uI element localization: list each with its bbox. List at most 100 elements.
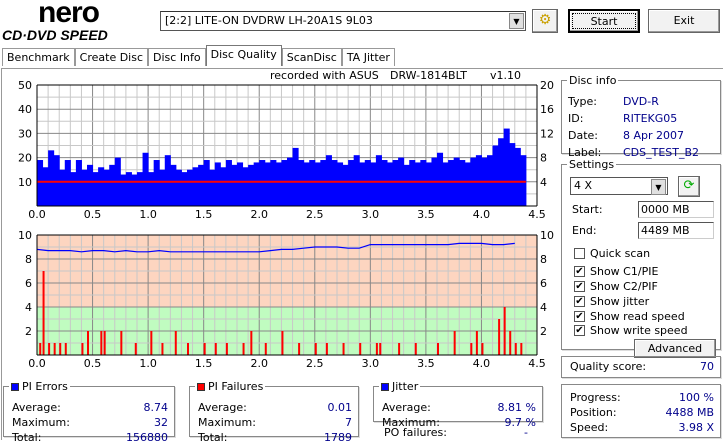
pie-bar: [448, 160, 455, 206]
pie-bar: [137, 172, 144, 206]
pie-bar: [264, 162, 271, 206]
pif-bar: [161, 343, 164, 355]
exit-button[interactable]: Exit: [648, 9, 720, 33]
x-tick-label: 1.0: [139, 357, 157, 370]
x-tick-label: 0.5: [84, 357, 102, 370]
show-jitter-checkbox[interactable]: ✔ Show jitter: [574, 295, 649, 308]
jitter-group: Jitter Average: 8.81 % Maximum: 9.7 %: [373, 380, 543, 429]
avg-label: Average:: [12, 401, 61, 414]
pi-errors-title: PI Errors: [9, 380, 70, 393]
pie-bar: [364, 160, 371, 206]
refresh-icon[interactable]: ⟳: [678, 176, 700, 197]
id-value: RITEKG05: [623, 112, 678, 125]
pi-errors-avg: 8.74: [143, 401, 169, 414]
y-tick-label: 40: [18, 103, 32, 116]
x-tick-label: 2.0: [250, 208, 268, 221]
pie-bar: [42, 167, 49, 206]
pif-bar: [81, 343, 84, 355]
pie-bar: [353, 155, 360, 206]
position-value: 4488 MB: [665, 406, 714, 419]
pif-bar: [481, 343, 484, 355]
pie-bar: [164, 155, 171, 206]
max-label: Maximum:: [12, 416, 70, 429]
pi-failures-group: PI Failures Average: 0.01 Maximum: 7 Total…: [189, 380, 359, 444]
jitter-title: Jitter: [379, 380, 420, 393]
pi-errors-max: 32: [154, 416, 168, 429]
pif-bar: [134, 343, 137, 355]
pif-bar: [509, 331, 512, 355]
pie-bar: [275, 162, 282, 206]
pif-bar: [375, 343, 378, 355]
pie-bar: [92, 172, 99, 206]
pie-bar: [131, 174, 138, 206]
quick-scan-checkbox[interactable]: Quick scan: [574, 247, 650, 260]
pif-bar: [42, 271, 45, 355]
y2-tick-label: 10: [540, 229, 554, 242]
pif-bar: [59, 343, 62, 355]
checkmark-icon: ✔: [574, 296, 585, 307]
checkbox-icon: [574, 248, 585, 259]
pie-bar: [314, 162, 321, 206]
pie-bar: [75, 160, 82, 206]
pie-bar: [242, 167, 249, 206]
pie-bar: [203, 160, 210, 206]
pif-bar: [498, 319, 501, 355]
pif-bar: [514, 343, 517, 355]
chevron-down-icon[interactable]: ▼: [651, 179, 666, 195]
y-tick-label: 10: [18, 229, 32, 242]
pif-bar: [379, 343, 382, 355]
blue-legend-icon: [11, 383, 19, 391]
checkbox-label: Show C2/PIF: [590, 280, 658, 293]
pie-bar: [359, 162, 366, 206]
pie-bar: [325, 155, 332, 206]
y-tick-label: 20: [18, 152, 32, 165]
show-write-speed-checkbox[interactable]: ✔ Show write speed: [574, 324, 688, 337]
start-button[interactable]: Start: [568, 9, 640, 33]
pif-bar: [203, 343, 206, 355]
jitter-max: 9.7 %: [504, 416, 536, 429]
y2-tick-label: 16: [540, 103, 554, 116]
y2-tick-label: 12: [540, 127, 554, 140]
pif-bar: [470, 343, 473, 355]
pif-bar: [325, 343, 328, 355]
x-tick-label: 4.5: [528, 357, 546, 370]
pif-bar: [503, 307, 506, 355]
y2-tick-label: 8: [540, 152, 547, 165]
pie-bar: [331, 160, 338, 206]
pie-bar: [59, 169, 66, 206]
start-input[interactable]: 0000 MB: [638, 201, 714, 218]
pif-bar: [414, 343, 417, 355]
pif-bar: [520, 343, 523, 355]
pie-bar: [231, 164, 238, 206]
speed-label: Speed:: [570, 421, 609, 434]
pi-failures-max: 7: [345, 416, 352, 429]
jitter-title-text: Jitter: [392, 380, 419, 393]
speed-select[interactable]: 4 X ▼: [570, 177, 668, 195]
show-c1-pie-checkbox[interactable]: ✔ Show C1/PIE: [574, 265, 658, 278]
checkbox-label: Quick scan: [590, 247, 651, 260]
checkmark-icon: ✔: [574, 266, 585, 277]
end-input[interactable]: 4489 MB: [638, 222, 714, 239]
show-c2-pif-checkbox[interactable]: ✔ Show C2/PIF: [574, 280, 658, 293]
quality-score-label: Quality score:: [570, 360, 647, 373]
pie-bar: [409, 160, 416, 206]
pif-bar: [48, 343, 51, 355]
pif-bar: [359, 343, 362, 355]
pif-bar: [150, 331, 153, 355]
checkbox-label: Show C1/PIE: [590, 265, 659, 278]
pie-bar: [503, 128, 510, 206]
pi-failures-avg: 0.01: [327, 401, 353, 414]
show-read-speed-checkbox[interactable]: ✔ Show read speed: [574, 310, 685, 323]
avg-label: Average:: [198, 401, 247, 414]
pie-bar: [292, 147, 299, 206]
x-tick-label: 0.0: [28, 357, 46, 370]
pie-bar: [514, 147, 521, 206]
start-label: Start:: [572, 203, 603, 216]
x-tick-label: 1.5: [195, 357, 213, 370]
pie-bar: [509, 143, 516, 206]
pie-bar: [170, 164, 177, 206]
progress-label: Progress:: [570, 391, 621, 404]
x-tick-label: 2.5: [306, 208, 324, 221]
pi-failures-total: 1789: [324, 431, 352, 444]
pif-bar: [174, 331, 177, 355]
